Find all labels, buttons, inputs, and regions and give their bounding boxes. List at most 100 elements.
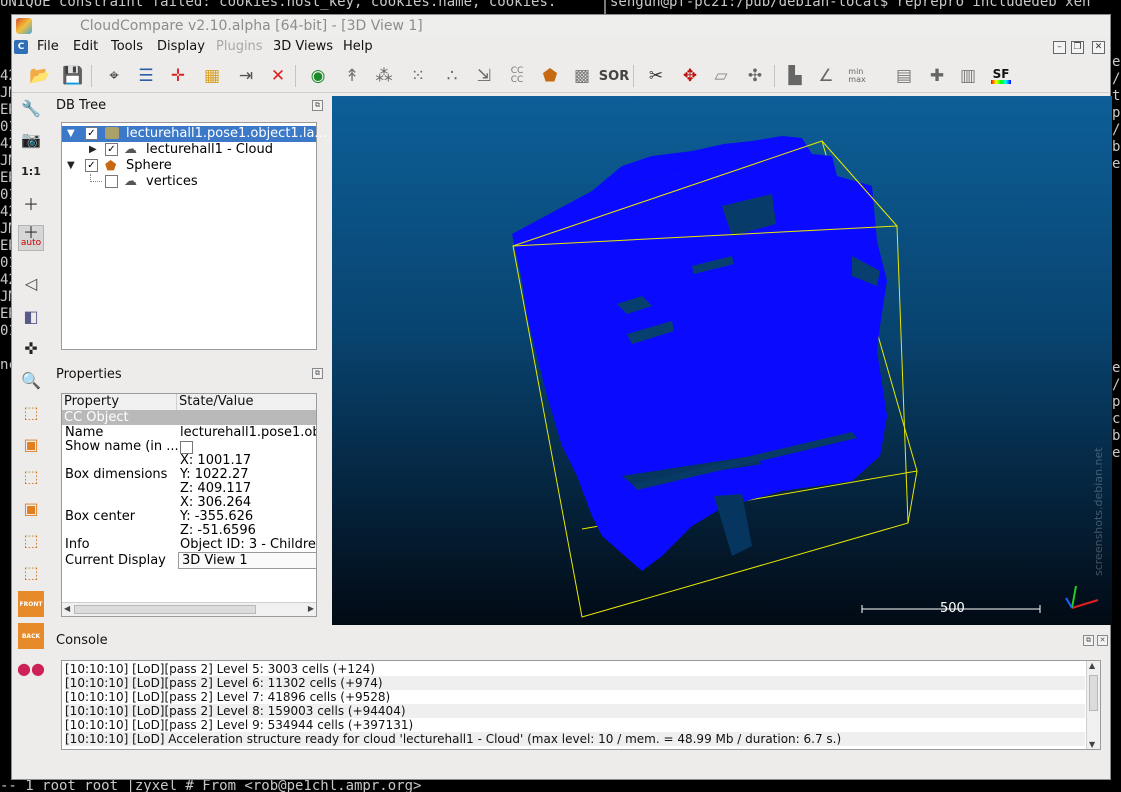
projection-icon[interactable]: ⇲	[472, 64, 496, 88]
db-tree-title: DB Tree	[56, 98, 107, 113]
min-max-icon[interactable]: min max	[845, 64, 869, 88]
transform-icon[interactable]: ✥	[678, 64, 702, 88]
menu-tools[interactable]: Tools	[111, 39, 143, 54]
calculator-icon[interactable]: ▥	[956, 64, 980, 88]
cloud-cloud-distance-icon[interactable]: CC CC	[505, 64, 529, 88]
tree-checkbox[interactable]: ✓	[85, 127, 98, 140]
checker-icon[interactable]: ▩	[570, 64, 594, 88]
tree-checkbox[interactable]	[105, 175, 118, 188]
restore-button[interactable]: ❐	[1071, 41, 1084, 54]
sf-label: SF	[992, 67, 1010, 81]
crosshair-pick-icon[interactable]: ⌖	[102, 64, 126, 88]
scalar-field-icon[interactable]: SF	[989, 64, 1013, 88]
tree-checkbox[interactable]: ✓	[105, 143, 118, 156]
delete-icon[interactable]: ✕	[266, 64, 290, 88]
cloud-hole	[714, 494, 752, 556]
pivot-icon[interactable]: ＋	[18, 190, 44, 216]
sor-filter-icon[interactable]: SOR	[599, 64, 629, 88]
prop-boxcenter-y: Y: -355.626	[180, 509, 254, 524]
view-left-icon[interactable]: ⬚	[18, 463, 44, 489]
list-icon[interactable]: ☰	[134, 64, 158, 88]
point-pick-icon[interactable]: ✣	[743, 64, 767, 88]
prop-name-value[interactable]: lecturehall1.pose1.obje	[180, 425, 316, 440]
expand-arrow-icon[interactable]: ▼	[67, 128, 75, 139]
rgb-sample-icon[interactable]: ◉	[306, 64, 330, 88]
view-front-cube-icon[interactable]: ▣	[18, 431, 44, 457]
scroll-down-icon[interactable]: ▼	[1089, 740, 1095, 749]
view-iso-icon[interactable]: ⬚	[18, 559, 44, 585]
tree-item-cloud[interactable]: ▶ ✓ ☁ lecturehall1 - Cloud	[62, 142, 316, 158]
scroll-thumb[interactable]	[74, 605, 256, 614]
perspective-icon[interactable]: ◁	[18, 270, 44, 296]
subsample-icon[interactable]: ⁂	[372, 64, 396, 88]
terminal-right-fragment: t	[1112, 88, 1121, 104]
rotation-center-icon[interactable]: ✜	[18, 335, 44, 361]
menu-help[interactable]: Help	[343, 39, 373, 54]
auto-pivot-cross: ＋	[22, 223, 39, 242]
camera-icon[interactable]: 📷	[18, 126, 44, 152]
menu-plugins[interactable]: Plugins	[216, 39, 263, 54]
expand-arrow-icon[interactable]: ▶	[89, 144, 97, 155]
toolbar-separator	[91, 65, 92, 87]
minimize-button[interactable]: –	[1053, 41, 1066, 54]
points-scatter-icon[interactable]: ∴	[440, 64, 464, 88]
histogram-icon[interactable]: ▙	[783, 64, 807, 88]
wrench-icon[interactable]: 🔧	[18, 95, 44, 121]
toolbar-separator	[295, 65, 296, 87]
density-icon[interactable]: ⁙	[406, 64, 430, 88]
light-icon[interactable]: ◧	[18, 303, 44, 329]
properties-float-button[interactable]: ⧉	[312, 368, 323, 379]
stereo-icon[interactable]: ●●	[17, 655, 45, 681]
scroll-thumb[interactable]	[1089, 675, 1098, 711]
tree-item-sphere[interactable]: ▼ ✓ ⬟ Sphere	[62, 158, 316, 174]
3d-view[interactable]: 500 screenshots.debian.net	[332, 96, 1112, 625]
menu-display[interactable]: Display	[157, 39, 205, 54]
col-header-property[interactable]: Property	[62, 394, 177, 410]
back-view-icon[interactable]: BACK	[18, 623, 44, 649]
left-view-toolbar: 🔧 📷 1:1 ＋ ＋ auto ◁ ◧ ✜ 🔍 ⬚ ▣ ⬚ ▣ ⬚ ⬚ FRO…	[12, 95, 52, 779]
zoom-icon[interactable]: 🔍	[18, 367, 44, 393]
tree-checkbox[interactable]: ✓	[85, 159, 98, 172]
view-right-icon[interactable]: ▣	[18, 495, 44, 521]
menu-file[interactable]: File	[37, 39, 59, 54]
tree-item-vertices[interactable]: ☁ vertices	[62, 174, 316, 190]
scroll-right-icon[interactable]: ▶	[308, 604, 314, 613]
terminal-line-top-right: sengun@pf-pc21:/pub/debian-local$ reprep…	[610, 0, 1091, 10]
menu-3d-views[interactable]: 3D Views	[273, 39, 333, 54]
view-bottom-icon[interactable]: ⬚	[18, 527, 44, 553]
expand-arrow-icon[interactable]: ▼	[67, 160, 75, 171]
sf-color-bar	[991, 80, 1011, 84]
properties-title: Properties	[56, 367, 122, 382]
scissors-icon[interactable]: ✂	[644, 64, 668, 88]
normals-icon[interactable]: ↟	[340, 64, 364, 88]
menu-edit[interactable]: Edit	[73, 39, 98, 54]
plane-icon[interactable]: ▱	[709, 64, 733, 88]
view-top-icon[interactable]: ⬚	[18, 399, 44, 425]
curve-icon[interactable]: ∠	[814, 64, 838, 88]
save-icon[interactable]: 💾	[61, 64, 85, 88]
merge-icon[interactable]: ⇥	[234, 64, 258, 88]
sf-filter-icon[interactable]: ▤	[892, 64, 916, 88]
tree-item-root[interactable]: ▼ ✓ lecturehall1.pose1.object1.la...	[62, 126, 327, 142]
one-to-one-zoom-icon[interactable]: 1:1	[18, 158, 44, 184]
auto-pivot-icon[interactable]: ＋ auto	[18, 225, 44, 251]
dbtree-float-button[interactable]: ⧉	[312, 100, 323, 111]
close-button[interactable]: ✕	[1092, 41, 1105, 54]
title-bar[interactable]: CloudCompare v2.10.alpha [64-bit] - [3D …	[12, 15, 1110, 37]
terminal-right-fragment: c	[1112, 411, 1121, 427]
translate-icon[interactable]: ✛	[166, 64, 190, 88]
front-view-icon[interactable]: FRONT	[18, 591, 44, 617]
scroll-left-icon[interactable]: ◀	[64, 604, 70, 613]
color-scale-icon[interactable]: ▦	[200, 64, 224, 88]
current-display-select[interactable]: 3D View 1	[178, 552, 316, 569]
console-line: [10:10:10] [LoD][pass 2] Level 9: 534944…	[65, 718, 414, 732]
col-header-value[interactable]: State/Value	[177, 394, 316, 410]
properties-hscrollbar[interactable]: ◀ ▶	[62, 602, 316, 616]
console-float-button[interactable]: ⧉	[1083, 635, 1094, 646]
scroll-up-icon[interactable]: ▲	[1089, 661, 1095, 670]
add-sf-icon[interactable]: ✚	[925, 64, 949, 88]
open-folder-icon[interactable]: 📂	[28, 64, 52, 88]
console-vscrollbar[interactable]: ▲ ▼	[1086, 661, 1100, 749]
cloud-mesh-distance-icon[interactable]: ⬟	[538, 64, 562, 88]
console-close-button[interactable]: ✕	[1097, 635, 1108, 646]
